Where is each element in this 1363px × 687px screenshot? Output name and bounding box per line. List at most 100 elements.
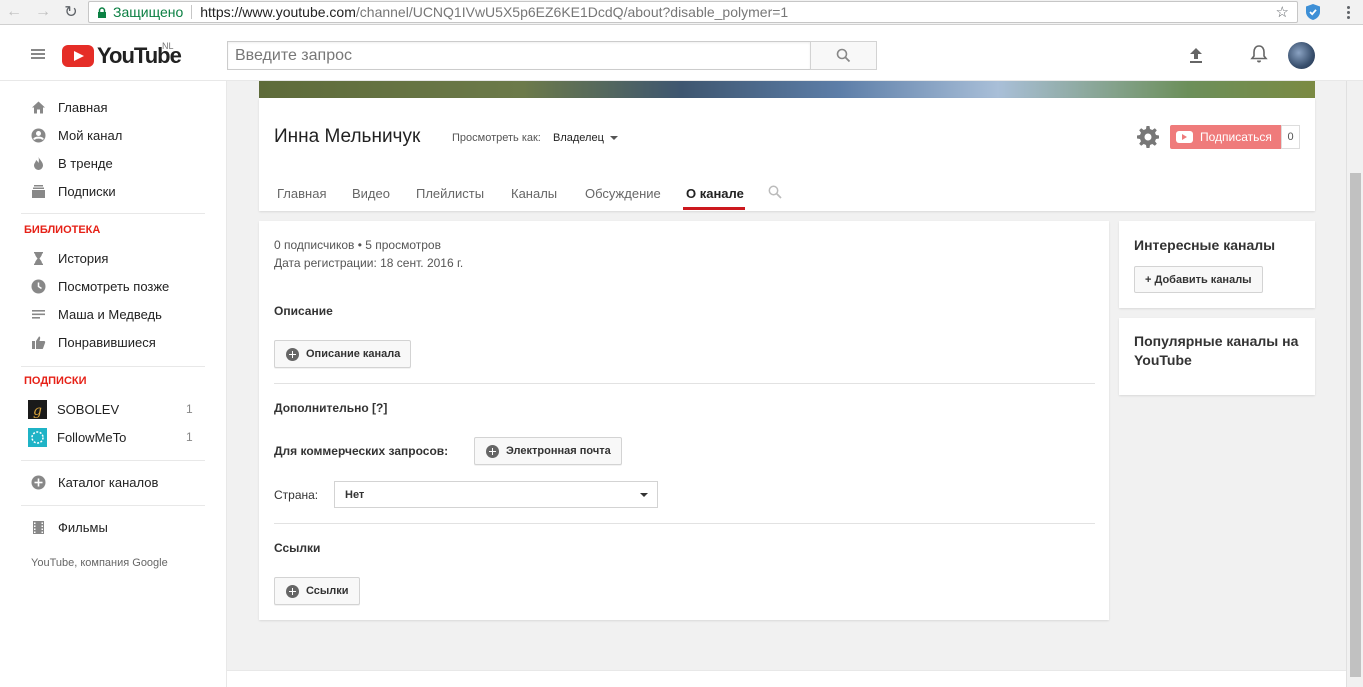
tab-home[interactable]: Главная bbox=[277, 186, 326, 201]
button-label: Описание канала bbox=[306, 348, 401, 360]
section-divider bbox=[274, 383, 1095, 384]
sidebar-divider bbox=[21, 505, 205, 506]
sidebar-item-label: Понравившиеся bbox=[58, 334, 156, 350]
channel-banner bbox=[259, 81, 1315, 98]
sidebar-item-subscription[interactable]: FollowMeTo 1 bbox=[0, 423, 227, 451]
subscriptions-icon bbox=[32, 184, 45, 198]
playlist-icon bbox=[32, 309, 45, 319]
channel-name[interactable]: Инна Мельничук bbox=[274, 126, 420, 148]
logo-region: NL bbox=[162, 41, 174, 51]
address-bar[interactable]: Защищено https://www.youtube.com/channel… bbox=[88, 1, 1298, 23]
trending-icon bbox=[34, 156, 43, 170]
add-links-button[interactable]: Ссылки bbox=[274, 577, 360, 605]
add-circle-icon bbox=[31, 475, 46, 489]
shield-extension-icon[interactable] bbox=[1305, 3, 1321, 21]
library-heading[interactable]: БИБЛИОТЕКА bbox=[24, 224, 100, 236]
back-arrow-icon[interactable]: ← bbox=[2, 0, 26, 24]
sidebar-item-liked[interactable]: Понравившиеся bbox=[0, 328, 227, 356]
business-inquiries-label: Для коммерческих запросов: bbox=[274, 444, 449, 458]
about-panel: 0 подписчиков • 5 просмотров Дата регист… bbox=[259, 221, 1109, 620]
sidebar-item-movies[interactable]: Фильмы bbox=[0, 513, 227, 541]
channel-thumbnail-sobolev: g bbox=[28, 399, 47, 419]
search-input[interactable]: Введите запрос bbox=[227, 41, 811, 70]
sidebar-item-watch-later[interactable]: Посмотреть позже bbox=[0, 272, 227, 300]
popular-channels-title[interactable]: Популярные каналы на YouTube bbox=[1134, 332, 1304, 370]
upload-icon[interactable] bbox=[1187, 46, 1205, 64]
button-label: Электронная почта bbox=[506, 445, 611, 457]
caret-down-icon bbox=[609, 136, 618, 140]
country-select[interactable]: Нет bbox=[334, 481, 658, 508]
thumbs-up-icon bbox=[32, 336, 46, 349]
sidebar-divider bbox=[21, 460, 205, 461]
guide-sidebar: Главная Мой канал В тренде Подписки БИБЛ… bbox=[0, 81, 227, 687]
sidebar-item-subscriptions[interactable]: Подписки bbox=[0, 177, 227, 205]
svg-text:g: g bbox=[33, 403, 42, 419]
subscription-count: 1 bbox=[186, 402, 193, 416]
view-as-dropdown[interactable]: Владелец bbox=[553, 132, 618, 144]
account-icon bbox=[31, 128, 46, 142]
guide-menu-icon[interactable] bbox=[31, 49, 45, 59]
sidebar-item-label: История bbox=[58, 250, 109, 266]
youtube-logo[interactable]: YouTube NL bbox=[62, 41, 182, 69]
sidebar-item-history[interactable]: История bbox=[0, 244, 227, 272]
sidebar-item-playlist[interactable]: Маша и Медведь bbox=[0, 300, 227, 328]
joined-date: Дата регистрации: 18 сент. 2016 г. bbox=[274, 256, 464, 270]
footer-strip bbox=[227, 670, 1346, 687]
bell-icon[interactable] bbox=[1249, 44, 1269, 64]
country-value: Нет bbox=[345, 488, 365, 501]
account-avatar[interactable] bbox=[1288, 42, 1315, 69]
sidebar-item-channel-catalog[interactable]: Каталог каналов bbox=[0, 468, 227, 496]
links-title: Ссылки bbox=[274, 541, 321, 555]
popular-channels-card: Популярные каналы на YouTube bbox=[1119, 318, 1315, 395]
masthead: YouTube NL Введите запрос bbox=[0, 25, 1363, 81]
sidebar-item-trending[interactable]: В тренде bbox=[0, 149, 227, 177]
subscriptions-heading[interactable]: ПОДПИСКИ bbox=[24, 375, 87, 387]
sidebar-divider bbox=[21, 213, 205, 214]
subscribe-button[interactable]: Подписаться bbox=[1170, 125, 1281, 149]
details-title[interactable]: Дополнительно [?] bbox=[274, 401, 387, 415]
tab-videos[interactable]: Видео bbox=[352, 186, 390, 201]
sidebar-divider bbox=[21, 366, 205, 367]
sidebar-item-home[interactable]: Главная bbox=[0, 93, 227, 121]
subscriber-count: 0 bbox=[1281, 125, 1300, 149]
description-title: Описание bbox=[274, 304, 333, 318]
page-scrollbar[interactable] bbox=[1346, 81, 1363, 687]
subscription-label: SOBOLEV bbox=[57, 401, 120, 417]
sidebar-item-subscription[interactable]: g SOBOLEV 1 bbox=[0, 395, 227, 423]
secure-label: Защищено bbox=[113, 4, 184, 20]
bookmark-star-icon[interactable]: ☆ bbox=[1276, 3, 1289, 21]
sidebar-item-label: Каталог каналов bbox=[58, 474, 159, 490]
add-description-button[interactable]: Описание канала bbox=[274, 340, 412, 368]
search-icon[interactable] bbox=[768, 185, 782, 199]
tab-channels[interactable]: Каналы bbox=[511, 186, 557, 201]
scrollbar-thumb[interactable] bbox=[1350, 173, 1361, 677]
tab-discussion[interactable]: Обсуждение bbox=[585, 186, 661, 201]
tab-about[interactable]: О канале bbox=[686, 186, 744, 201]
search-button[interactable] bbox=[810, 41, 877, 70]
button-label: Ссылки bbox=[306, 585, 349, 597]
search-placeholder: Введите запрос bbox=[235, 46, 352, 64]
url-host: https://www.youtube.com bbox=[200, 4, 356, 20]
youtube-play-icon bbox=[1176, 131, 1193, 143]
channel-header: Инна Мельничук Просмотреть как: Владелец… bbox=[259, 98, 1315, 211]
plus-icon bbox=[286, 584, 299, 598]
omnibox-separator bbox=[191, 5, 193, 19]
browser-toolbar: ← → ↻ Защищено https://www.youtube.com/c… bbox=[0, 0, 1363, 25]
browser-menu-icon[interactable] bbox=[1340, 3, 1356, 21]
reload-icon[interactable]: ↻ bbox=[59, 0, 83, 24]
sidebar-footer: YouTube, компания Google bbox=[31, 557, 168, 569]
tab-playlists[interactable]: Плейлисты bbox=[416, 186, 484, 201]
gear-icon[interactable] bbox=[1137, 126, 1159, 148]
sidebar-item-my-channel[interactable]: Мой канал bbox=[0, 121, 227, 149]
active-tab-indicator bbox=[683, 207, 745, 210]
add-channels-button[interactable]: + Добавить каналы bbox=[1134, 266, 1263, 293]
country-label: Страна: bbox=[274, 488, 319, 502]
sidebar-item-label: Мой канал bbox=[58, 127, 123, 143]
sidebar-item-label: Маша и Медведь bbox=[58, 306, 162, 322]
plus-icon bbox=[486, 444, 499, 458]
watch-later-icon bbox=[31, 279, 46, 293]
channel-stats: 0 подписчиков • 5 просмотров bbox=[274, 238, 441, 252]
add-email-button[interactable]: Электронная почта bbox=[474, 437, 622, 465]
forward-arrow-icon[interactable]: → bbox=[31, 0, 55, 24]
sidebar-item-label: Главная bbox=[58, 99, 108, 115]
